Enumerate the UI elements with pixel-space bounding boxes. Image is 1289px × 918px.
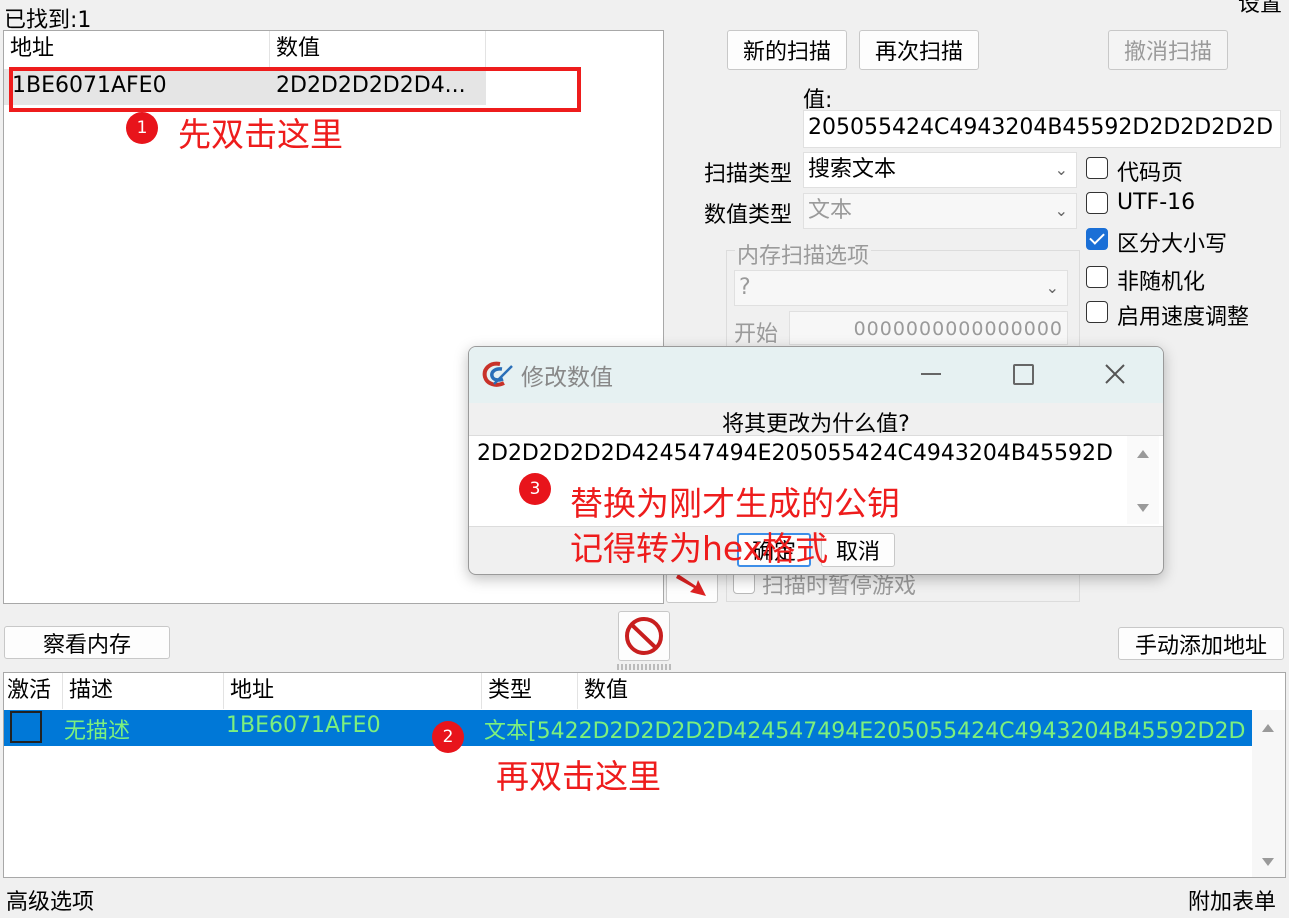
- annotation-badge-3: 3: [519, 473, 551, 505]
- start-address-input[interactable]: 0000000000000000: [789, 311, 1068, 345]
- case-sensitive-checkbox[interactable]: [1086, 228, 1108, 250]
- dialog-cancel-button[interactable]: 取消: [821, 533, 895, 567]
- minimize-icon[interactable]: [921, 373, 941, 375]
- annotation-text-2: 再双击这里: [496, 757, 661, 796]
- list-header-value[interactable]: 数值: [578, 673, 1248, 709]
- list-scrollbar[interactable]: [1252, 710, 1285, 877]
- utf16-label: UTF-16: [1117, 190, 1196, 215]
- dialog-title: 修改数值: [521, 365, 613, 391]
- chevron-down-icon: ⌄: [1054, 160, 1068, 179]
- next-scan-button[interactable]: 再次扫描: [859, 30, 979, 70]
- codepage-label: 代码页: [1117, 161, 1184, 186]
- utf16-checkbox[interactable]: [1086, 192, 1108, 214]
- annotation-badge-1: 1: [126, 112, 158, 144]
- annotation-badge-2: 2: [432, 721, 464, 753]
- row-type-value: 文本[5422D2D2D2D2D424547494E205055424C4943…: [484, 719, 1246, 744]
- list-header-address[interactable]: 地址: [224, 673, 482, 709]
- view-memory-button[interactable]: 察看内存: [4, 626, 170, 659]
- memory-region-select[interactable]: ? ⌄: [734, 270, 1068, 306]
- close-icon[interactable]: [1104, 363, 1126, 385]
- row-description: 无描述: [64, 719, 131, 744]
- advanced-options-link[interactable]: 高级选项: [6, 884, 94, 916]
- list-header-description[interactable]: 描述: [63, 673, 224, 709]
- scan-type-select[interactable]: 搜索文本 ⌄: [803, 152, 1077, 188]
- maximize-icon[interactable]: [1013, 364, 1034, 385]
- annotation-box-1: [9, 67, 581, 112]
- table-extras-link[interactable]: 附加表单: [1188, 884, 1276, 916]
- address-list-row[interactable]: 无描述 1BE6071AFE0 文本[5422D2D2D2D2D42454749…: [4, 710, 1252, 746]
- unrandomizer-label: 非随机化: [1117, 270, 1206, 295]
- undo-scan-button[interactable]: 撤消扫描: [1108, 30, 1228, 70]
- dialog-scrollbar[interactable]: [1127, 436, 1159, 524]
- splitter-handle[interactable]: [617, 664, 673, 670]
- unrandomizer-checkbox[interactable]: [1086, 266, 1108, 288]
- scan-type-value: 搜索文本: [808, 157, 897, 182]
- settings-label[interactable]: 设置: [1238, 0, 1282, 18]
- scroll-up-icon[interactable]: [1262, 724, 1274, 732]
- memory-region-value: ?: [739, 275, 751, 300]
- scroll-down-icon[interactable]: [1137, 504, 1149, 512]
- chevron-down-icon: ⌄: [1054, 201, 1068, 220]
- list-header-type[interactable]: 类型: [482, 673, 578, 709]
- annotation-text-1: 先双击这里: [178, 115, 343, 154]
- no-entry-icon: [625, 617, 663, 655]
- annotation-text-3-line1: 替换为刚才生成的公钥: [570, 484, 900, 523]
- codepage-checkbox[interactable]: [1086, 157, 1108, 179]
- pause-game-checkbox[interactable]: [733, 572, 755, 594]
- active-checkbox[interactable]: [10, 711, 42, 743]
- scan-type-label: 扫描类型: [704, 162, 793, 187]
- dialog-prompt: 将其更改为什么值?: [722, 412, 910, 437]
- scroll-down-icon[interactable]: [1262, 858, 1274, 866]
- manual-add-button[interactable]: 手动添加地址: [1118, 627, 1284, 660]
- new-scan-button[interactable]: 新的扫描: [727, 30, 847, 70]
- speedhack-label: 启用速度调整: [1117, 305, 1250, 330]
- value-input[interactable]: 205055424C4943204B45592D2D2D2D2D: [803, 110, 1281, 148]
- dialog-value-text: 2D2D2D2D2D424547494E205055424C4943204B45…: [477, 441, 1113, 466]
- value-type-value: 文本: [808, 198, 853, 223]
- memory-options-label: 内存扫描选项: [735, 238, 872, 270]
- clear-list-button[interactable]: [618, 611, 670, 661]
- row-address: 1BE6071AFE0: [226, 713, 381, 738]
- list-header-active[interactable]: 激活: [4, 673, 63, 709]
- value-type-select[interactable]: 文本 ⌄: [803, 193, 1077, 229]
- results-header-address[interactable]: 地址: [4, 31, 270, 67]
- speedhack-checkbox[interactable]: [1086, 301, 1108, 323]
- annotation-text-3-line2: 记得转为hex格式: [570, 529, 829, 568]
- value-type-label: 数值类型: [704, 203, 793, 228]
- chevron-down-icon: ⌄: [1045, 278, 1059, 297]
- results-header-value[interactable]: 数值: [270, 31, 486, 67]
- case-sensitive-label: 区分大小写: [1117, 232, 1228, 257]
- scroll-up-icon[interactable]: [1137, 450, 1149, 458]
- app-logo-icon: [482, 361, 513, 387]
- dialog-titlebar[interactable]: 修改数值: [469, 347, 1163, 403]
- start-label: 开始: [734, 322, 779, 347]
